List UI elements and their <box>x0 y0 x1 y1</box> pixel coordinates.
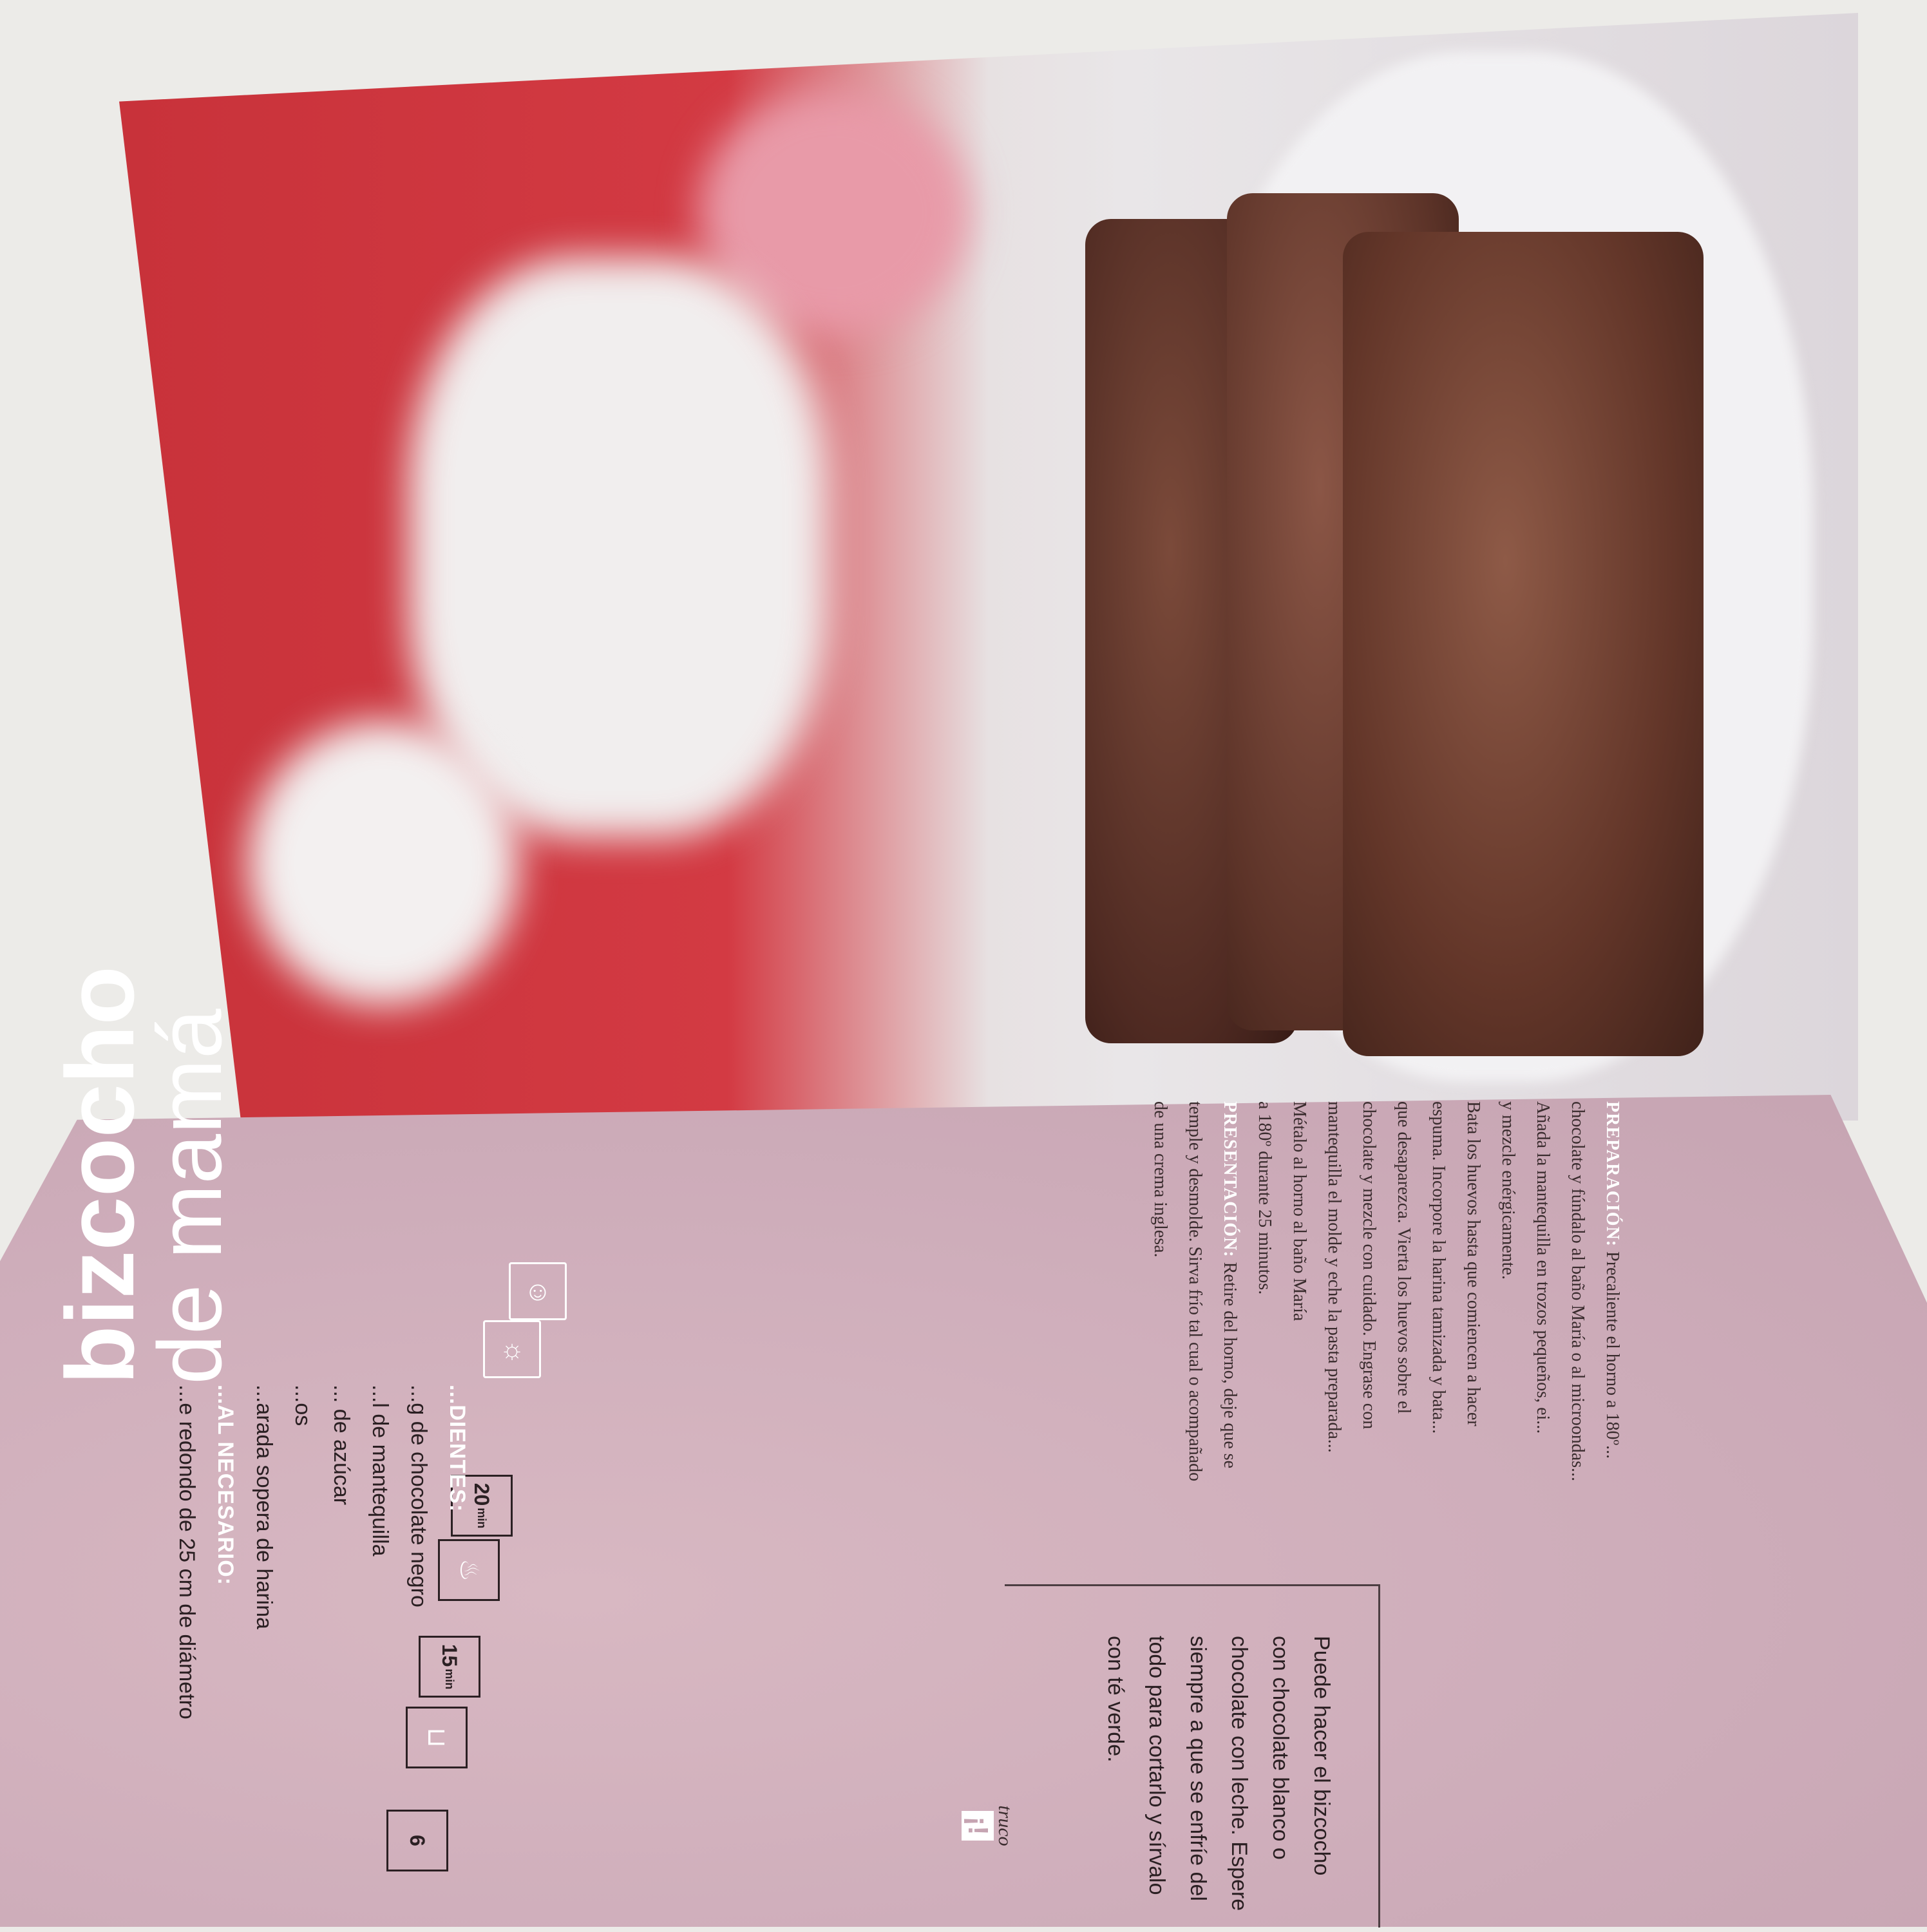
equipment-item: ...e redondo de 25 cm de diámetro <box>175 1385 199 1719</box>
trick-line: siempre a que se enfríe del <box>1186 1636 1210 1902</box>
preparation-line: Bata los huevos hasta que comiencen a ha… <box>1463 1101 1483 1426</box>
presentation-line: Retire del horno, deje que se <box>1220 1262 1240 1469</box>
trick-line: todo para cortarlo y sírvalo <box>1144 1636 1169 1895</box>
cake-slice-front <box>1343 232 1704 1056</box>
equipment-label: ...al necesario: <box>213 1385 238 1586</box>
ingredient-item: ...g de chocolate negro <box>406 1385 431 1607</box>
preparation-label: PREPARACIÓN: <box>1602 1101 1622 1247</box>
preparation-line: espuma. Incorpore la harina tamizada y b… <box>1429 1101 1448 1434</box>
sun-icon: ☼ <box>483 1320 541 1378</box>
recipe-title: bizcocho de mamá <box>46 965 240 1385</box>
preparation-line: Añada la mantequilla en trozos pequeños,… <box>1533 1101 1553 1434</box>
trick-line: Puede hacer el bizcocho <box>1309 1636 1334 1876</box>
preparation-line: y mezcle enérgicamente. <box>1498 1101 1518 1280</box>
servings-value: 6 <box>406 1835 430 1846</box>
trick-line: chocolate con leche. Espere <box>1227 1636 1251 1911</box>
preparation-line: chocolate y fúndalo al baño María o al m… <box>1568 1101 1588 1482</box>
title-main: bizcocho <box>46 965 154 1385</box>
trick-badge-bang: ¡! <box>962 1811 994 1841</box>
title-sub: de mamá <box>139 1009 240 1385</box>
trick-text: Puede hacer el bizcocho con chocolate bl… <box>1095 1636 1342 1932</box>
ingredients-list: ...dientes: ...g de chocolate negro ...l… <box>167 1385 477 1719</box>
trick-line: con chocolate blanco o <box>1268 1636 1293 1860</box>
ingredient-item: ...l de mantequilla <box>368 1385 392 1557</box>
trick-badge: truco ¡! <box>953 1790 1024 1861</box>
ingredients-label: ...dientes: <box>445 1385 470 1513</box>
ingredient-item: ...arada sopera de harina <box>252 1385 276 1629</box>
trick-badge-label: truco <box>994 1805 1016 1846</box>
preparation-line: Precaliente el horno a 180º... <box>1602 1251 1622 1459</box>
pot-icon: ⊔ <box>422 1727 451 1748</box>
servings-stat: 6 <box>386 1810 448 1871</box>
ingredient-item: ... de azúcar <box>329 1385 354 1506</box>
ingredient-item: ...os <box>290 1385 315 1426</box>
cook-time-unit: min <box>475 1508 489 1529</box>
cup-blur <box>248 721 518 1005</box>
smiley-icon: ☺ <box>509 1262 567 1320</box>
teapot-blur <box>409 258 828 837</box>
cake-photo <box>119 13 1858 1121</box>
trick-line: con té verde. <box>1103 1636 1128 1763</box>
preparation-line: que desaparezca. Vierta los huevos sobre… <box>1394 1101 1414 1414</box>
presentation-label: PRESENTACIÓN: <box>1220 1101 1240 1258</box>
photo-scene: bizcocho de mamá ☼ ☺ 6 ⊔ 15 min ♨ 20 min… <box>0 0 1927 1927</box>
